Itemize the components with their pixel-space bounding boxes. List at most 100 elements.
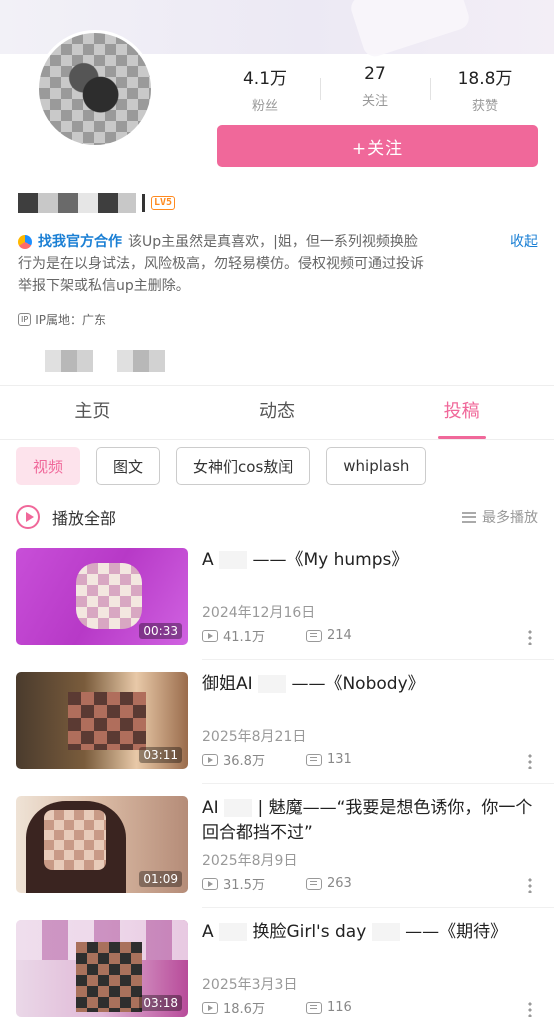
- redacted-text: [219, 923, 248, 941]
- danmaku-icon: [306, 629, 322, 642]
- title-part: AI: [202, 798, 219, 818]
- ip-icon: IP: [18, 313, 32, 326]
- ip-location-text: IP属地：广东: [35, 313, 106, 327]
- username-row: LV5: [18, 192, 176, 214]
- view-count: 18.6万: [223, 1002, 265, 1017]
- video-duration: 01:09: [139, 871, 182, 887]
- chip-collection-cos[interactable]: 女神们cos敖闰: [176, 447, 311, 485]
- redacted-text: [224, 799, 253, 817]
- bio-text: 该Up主虽然是真喜欢，|姐，但一系列视频换脸: [128, 234, 418, 250]
- video-duration: 03:11: [139, 747, 182, 763]
- username-redacted: [18, 193, 136, 213]
- stat-value: 27: [364, 64, 386, 84]
- tab-home[interactable]: 主页: [0, 386, 185, 439]
- video-title[interactable]: 御姐AI ——《Nobody》: [202, 672, 538, 697]
- chip-collection-whiplash[interactable]: whiplash: [326, 447, 427, 485]
- video-item[interactable]: 03:18 A 换脸Girl's day ——《期待》 2025年3月3日 18…: [0, 920, 554, 1028]
- video-meta: 31.5万 263: [202, 874, 410, 893]
- danmaku-count: 131: [327, 752, 352, 767]
- video-meta: 41.1万 214: [202, 626, 410, 645]
- view-count: 31.5万: [223, 878, 265, 893]
- title-part: ——《My humps》: [252, 550, 409, 570]
- play-all-row: 播放全部 最多播放: [16, 503, 538, 531]
- follow-button[interactable]: +关注: [217, 125, 538, 167]
- video-title[interactable]: A 换脸Girl's day ——《期待》: [202, 920, 538, 945]
- redacted-face: [68, 692, 146, 750]
- profile-stats: 4.1万 粉丝 27 关注 18.8万 获赞: [210, 64, 540, 114]
- play-all-button[interactable]: 播放全部: [52, 505, 116, 529]
- video-title[interactable]: AI | 魅魔——“我要是想色诱你，你一个回合都挡不过”: [202, 796, 538, 846]
- play-count-icon: [202, 753, 218, 766]
- sort-button[interactable]: 最多播放: [462, 507, 538, 527]
- stat-value: 4.1万: [242, 69, 288, 89]
- tab-dynamics[interactable]: 动态: [185, 386, 370, 439]
- category-chips: 视频 图文 女神们cos敖闰 whiplash: [16, 447, 427, 485]
- redacted-text: [219, 551, 248, 569]
- redacted-text: [258, 675, 287, 693]
- video-date: 2025年8月21日: [202, 729, 307, 745]
- more-options-icon[interactable]: [528, 629, 532, 645]
- avatar[interactable]: [36, 30, 154, 148]
- redacted-block: [45, 350, 93, 372]
- banner-decoration: [348, 0, 472, 60]
- tab-submissions[interactable]: 投稿: [369, 386, 554, 439]
- video-duration: 03:18: [139, 995, 182, 1011]
- chip-image-text[interactable]: 图文: [96, 447, 161, 485]
- video-thumbnail[interactable]: 03:18: [16, 920, 188, 1017]
- profile-tabs: 主页 动态 投稿: [0, 386, 554, 440]
- stat-label: 粉丝: [251, 99, 278, 114]
- title-part: A: [202, 922, 214, 942]
- video-date: 2024年12月16日: [202, 605, 316, 621]
- stat-label: 获赞: [471, 99, 498, 114]
- video-thumbnail[interactable]: 03:11: [16, 672, 188, 769]
- view-count: 36.8万: [223, 754, 265, 769]
- video-thumbnail[interactable]: 01:09: [16, 796, 188, 893]
- stat-label: 关注: [361, 94, 388, 109]
- title-part: | 魅魔——“我要是想色诱你，你一个回合都挡不过”: [202, 798, 533, 843]
- more-options-icon[interactable]: [528, 753, 532, 769]
- danmaku-icon: [306, 1001, 322, 1014]
- video-meta: 36.8万 131: [202, 750, 410, 769]
- play-count-icon: [202, 1001, 218, 1014]
- title-part: A: [202, 550, 214, 570]
- bio: 找我官方合作 该Up主虽然是真喜欢，|姐，但一系列视频换脸 收起 行为是在以身试…: [18, 231, 538, 297]
- bio-text: 行为是在以身试法，风险极高，勿轻易模仿。侵权视频可通过投诉: [18, 256, 424, 272]
- more-options-icon[interactable]: [528, 1001, 532, 1017]
- stat-value: 18.8万: [457, 69, 513, 89]
- video-list: 00:33 A ——《My humps》 2024年12月16日 41.1万 2…: [0, 548, 554, 1028]
- more-options-icon[interactable]: [528, 877, 532, 893]
- title-part: 御姐AI: [202, 674, 253, 694]
- level-badge: LV5: [151, 196, 176, 210]
- stat-fans[interactable]: 4.1万 粉丝: [210, 64, 320, 114]
- danmaku-count: 214: [327, 628, 352, 643]
- video-meta: 18.6万 116: [202, 998, 410, 1017]
- chip-video[interactable]: 视频: [16, 447, 81, 485]
- video-item[interactable]: 00:33 A ——《My humps》 2024年12月16日 41.1万 2…: [0, 548, 554, 672]
- redacted-text: [371, 923, 400, 941]
- play-circle-icon[interactable]: [16, 505, 40, 529]
- stat-following[interactable]: 27 关注: [320, 64, 430, 114]
- video-item[interactable]: 01:09 AI | 魅魔——“我要是想色诱你，你一个回合都挡不过” 2025年…: [0, 796, 554, 920]
- title-part: ——《期待》: [405, 922, 508, 942]
- cooperation-link[interactable]: 找我官方合作: [38, 231, 122, 253]
- sort-label: 最多播放: [482, 510, 538, 526]
- ip-location: IP IP属地：广东: [18, 311, 106, 328]
- play-count-icon: [202, 877, 218, 890]
- title-part: ——《Nobody》: [291, 674, 425, 694]
- video-thumbnail[interactable]: 00:33: [16, 548, 188, 645]
- play-count-icon: [202, 629, 218, 642]
- collapse-link[interactable]: 收起: [510, 231, 538, 253]
- username-fragment: [142, 194, 145, 212]
- redacted-row: [45, 350, 165, 372]
- bio-text: 举报下架或私信up主删除。: [18, 278, 190, 294]
- redacted-face: [44, 810, 106, 870]
- redacted-block: [117, 350, 165, 372]
- title-part: 换脸Girl's day: [252, 922, 367, 942]
- video-item[interactable]: 03:11 御姐AI ——《Nobody》 2025年8月21日 36.8万 1…: [0, 672, 554, 796]
- video-date: 2025年8月9日: [202, 853, 298, 869]
- redacted-face: [76, 942, 142, 1012]
- stat-likes[interactable]: 18.8万 获赞: [430, 64, 540, 114]
- view-count: 41.1万: [223, 630, 265, 645]
- video-title[interactable]: A ——《My humps》: [202, 548, 538, 573]
- danmaku-count: 116: [327, 1000, 352, 1015]
